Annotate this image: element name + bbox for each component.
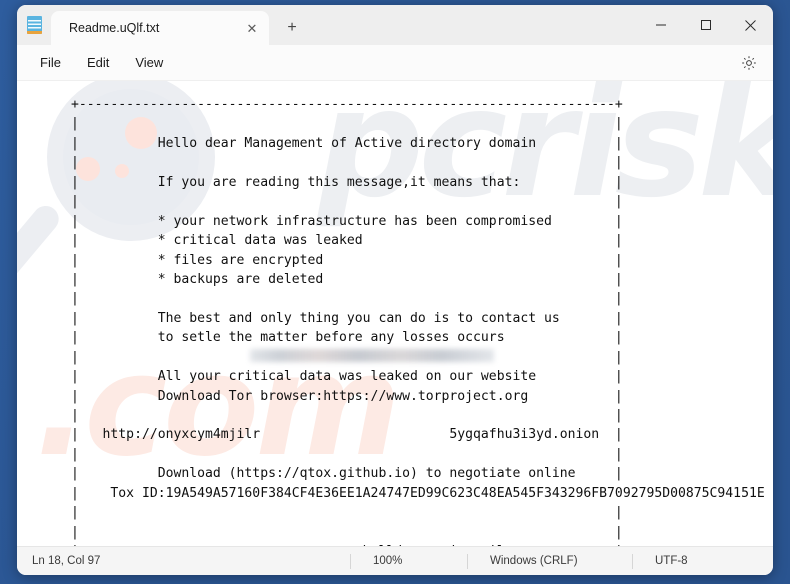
menu-bar: File Edit View bbox=[17, 45, 773, 81]
text-editor-area[interactable]: pcrisk .com +---------------------------… bbox=[17, 81, 773, 546]
status-bar: Ln 18, Col 97 100% Windows (CRLF) UTF-8 bbox=[17, 546, 773, 575]
zoom-level[interactable]: 100% bbox=[350, 553, 467, 569]
note-line-19: | Download (https://qtox.github.io) to n… bbox=[71, 466, 623, 482]
note-line-13: | | bbox=[71, 349, 623, 365]
note-line-3: | | bbox=[71, 155, 623, 171]
note-line-14: | All your critical data was leaked on o… bbox=[71, 369, 623, 385]
note-line-16: | | bbox=[71, 408, 623, 423]
note-line-23: | helldown@onionmail.org | bbox=[71, 542, 773, 546]
minimize-icon[interactable] bbox=[638, 5, 683, 45]
note-line-17: | http://onyxcym4mjilr 5ygqafhu3i3yd.oni… bbox=[71, 427, 623, 443]
window-controls bbox=[638, 5, 773, 45]
note-line-7: | * critical data was leaked | bbox=[71, 233, 623, 249]
ransom-note-text[interactable]: +---------------------------------------… bbox=[17, 81, 773, 546]
close-tab-icon[interactable]: ✕ bbox=[241, 17, 263, 39]
notepad-glyph bbox=[26, 16, 42, 34]
note-line-8: | * files are encrypted | bbox=[71, 252, 623, 268]
notepad-window: Readme.uQlf.txt ✕ + File Edit View pcris… bbox=[17, 5, 773, 575]
desktop-background: Readme.uQlf.txt ✕ + File Edit View pcris… bbox=[0, 0, 790, 584]
tab-readme[interactable]: Readme.uQlf.txt ✕ bbox=[51, 11, 269, 45]
tab-title: Readme.uQlf.txt bbox=[69, 21, 160, 35]
gear-icon[interactable] bbox=[737, 51, 761, 75]
note-line-12: | to setle the matter before any losses … bbox=[71, 330, 623, 346]
menu-edit[interactable]: Edit bbox=[74, 51, 122, 74]
tab-strip: Readme.uQlf.txt ✕ + bbox=[17, 5, 773, 45]
maximize-icon[interactable] bbox=[683, 5, 728, 45]
note-line-18: | | bbox=[71, 446, 623, 462]
note-line-4: | If you are reading this message,it mea… bbox=[71, 174, 623, 190]
note-line-1: | | bbox=[71, 116, 623, 132]
note-line-5: | | bbox=[71, 194, 623, 210]
close-window-icon[interactable] bbox=[728, 5, 773, 45]
note-line-2: | Hello dear Management of Active direct… bbox=[71, 135, 623, 151]
note-line-6: | * your network infrastructure has been… bbox=[71, 213, 623, 229]
line-ending[interactable]: Windows (CRLF) bbox=[467, 553, 632, 569]
new-tab-icon[interactable]: + bbox=[275, 11, 309, 45]
encoding[interactable]: UTF-8 bbox=[632, 553, 773, 569]
note-line-20: | Tox ID:19A549A57160F384CF4E36EE1A24747… bbox=[71, 485, 765, 501]
menu-view[interactable]: View bbox=[122, 51, 176, 74]
note-line-22: | | bbox=[71, 524, 623, 540]
note-line-15: | Download Tor browser:https://www.torpr… bbox=[71, 388, 623, 404]
note-line-9: | * backups are deleted | bbox=[71, 271, 623, 287]
menu-file[interactable]: File bbox=[27, 51, 74, 74]
cursor-position: Ln 18, Col 97 bbox=[32, 555, 101, 567]
note-line-10: | | bbox=[71, 291, 623, 307]
notepad-icon bbox=[17, 5, 51, 45]
note-line-21: | | bbox=[71, 505, 623, 521]
note-line-11: | The best and only thing you can do is … bbox=[71, 310, 623, 326]
note-line-0: +---------------------------------------… bbox=[71, 97, 623, 112]
